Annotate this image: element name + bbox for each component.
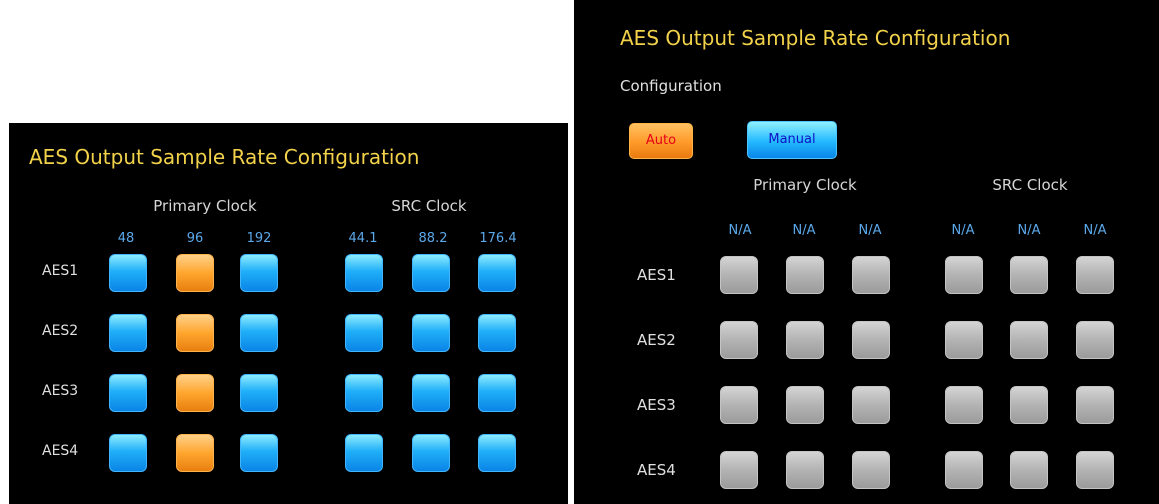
aes3-col1-button[interactable] bbox=[720, 386, 758, 424]
aes2-192-button[interactable] bbox=[240, 314, 278, 352]
aes2-176-4-button[interactable] bbox=[478, 314, 516, 352]
aes1-88-2-button[interactable] bbox=[412, 254, 450, 292]
panel-title: AES Output Sample Rate Configuration bbox=[620, 26, 1011, 50]
aes3-176-4-button[interactable] bbox=[478, 374, 516, 412]
row-label-aes2: AES2 bbox=[637, 331, 676, 349]
primary-clock-label: Primary Clock bbox=[753, 176, 857, 194]
aes4-col1-button[interactable] bbox=[720, 451, 758, 489]
aes1-col2-button[interactable] bbox=[786, 256, 824, 294]
aes3-col4-button[interactable] bbox=[945, 386, 983, 424]
src-clock-label: SRC Clock bbox=[391, 197, 467, 215]
aes2-96-button[interactable] bbox=[176, 314, 214, 352]
src-clock-label: SRC Clock bbox=[992, 176, 1068, 194]
aes4-col3-button[interactable] bbox=[852, 451, 890, 489]
col-header-44-1: 44.1 bbox=[348, 231, 378, 246]
aes2-44-1-button[interactable] bbox=[345, 314, 383, 352]
auto-button[interactable]: Auto bbox=[629, 123, 693, 159]
col-header-96: 96 bbox=[186, 231, 204, 246]
configuration-label: Configuration bbox=[620, 77, 722, 95]
col-header-5: N/A bbox=[1017, 223, 1041, 238]
aes4-col2-button[interactable] bbox=[786, 451, 824, 489]
row-label-aes4: AES4 bbox=[42, 443, 79, 459]
row-label-aes1: AES1 bbox=[637, 266, 676, 284]
row-label-aes3: AES3 bbox=[637, 396, 676, 414]
aes4-88-2-button[interactable] bbox=[412, 434, 450, 472]
col-header-48: 48 bbox=[117, 231, 135, 246]
panel-title: AES Output Sample Rate Configuration bbox=[29, 145, 420, 169]
col-header-6: N/A bbox=[1083, 223, 1107, 238]
aes1-col4-button[interactable] bbox=[945, 256, 983, 294]
aes4-col4-button[interactable] bbox=[945, 451, 983, 489]
aes1-96-button[interactable] bbox=[176, 254, 214, 292]
aes4-col6-button[interactable] bbox=[1076, 451, 1114, 489]
col-header-192: 192 bbox=[246, 231, 272, 246]
aes1-48-button[interactable] bbox=[109, 254, 147, 292]
aes1-col6-button[interactable] bbox=[1076, 256, 1114, 294]
aes2-88-2-button[interactable] bbox=[412, 314, 450, 352]
aes2-col1-button[interactable] bbox=[720, 321, 758, 359]
aes3-48-button[interactable] bbox=[109, 374, 147, 412]
aes2-col5-button[interactable] bbox=[1010, 321, 1048, 359]
aes3-44-1-button[interactable] bbox=[345, 374, 383, 412]
col-header-176-4: 176.4 bbox=[479, 231, 517, 246]
aes2-col4-button[interactable] bbox=[945, 321, 983, 359]
col-header-4: N/A bbox=[951, 223, 975, 238]
col-header-3: N/A bbox=[858, 223, 882, 238]
manual-button[interactable]: Manual bbox=[747, 121, 837, 159]
aes2-col2-button[interactable] bbox=[786, 321, 824, 359]
aes3-col5-button[interactable] bbox=[1010, 386, 1048, 424]
aes3-96-button[interactable] bbox=[176, 374, 214, 412]
aes1-176-4-button[interactable] bbox=[478, 254, 516, 292]
col-header-88-2: 88.2 bbox=[418, 231, 448, 246]
aes1-col5-button[interactable] bbox=[1010, 256, 1048, 294]
aes4-96-button[interactable] bbox=[176, 434, 214, 472]
aes4-col5-button[interactable] bbox=[1010, 451, 1048, 489]
aes4-48-button[interactable] bbox=[109, 434, 147, 472]
aes1-192-button[interactable] bbox=[240, 254, 278, 292]
aes2-col6-button[interactable] bbox=[1076, 321, 1114, 359]
aes4-44-1-button[interactable] bbox=[345, 434, 383, 472]
aes2-col3-button[interactable] bbox=[852, 321, 890, 359]
aes2-48-button[interactable] bbox=[109, 314, 147, 352]
row-label-aes3: AES3 bbox=[42, 383, 79, 399]
aes3-192-button[interactable] bbox=[240, 374, 278, 412]
row-label-aes1: AES1 bbox=[42, 263, 79, 279]
aes3-88-2-button[interactable] bbox=[412, 374, 450, 412]
aes1-44-1-button[interactable] bbox=[345, 254, 383, 292]
aes4-192-button[interactable] bbox=[240, 434, 278, 472]
aes3-col2-button[interactable] bbox=[786, 386, 824, 424]
aes1-col1-button[interactable] bbox=[720, 256, 758, 294]
aes1-col3-button[interactable] bbox=[852, 256, 890, 294]
right-config-panel: AES Output Sample Rate Configuration Con… bbox=[574, 0, 1159, 504]
col-header-1: N/A bbox=[728, 223, 752, 238]
row-label-aes2: AES2 bbox=[42, 323, 79, 339]
primary-clock-label: Primary Clock bbox=[153, 197, 257, 215]
aes3-col6-button[interactable] bbox=[1076, 386, 1114, 424]
col-header-2: N/A bbox=[792, 223, 816, 238]
left-config-panel: AES Output Sample Rate Configuration Pri… bbox=[9, 123, 568, 504]
row-label-aes4: AES4 bbox=[637, 461, 676, 479]
aes4-176-4-button[interactable] bbox=[478, 434, 516, 472]
aes3-col3-button[interactable] bbox=[852, 386, 890, 424]
